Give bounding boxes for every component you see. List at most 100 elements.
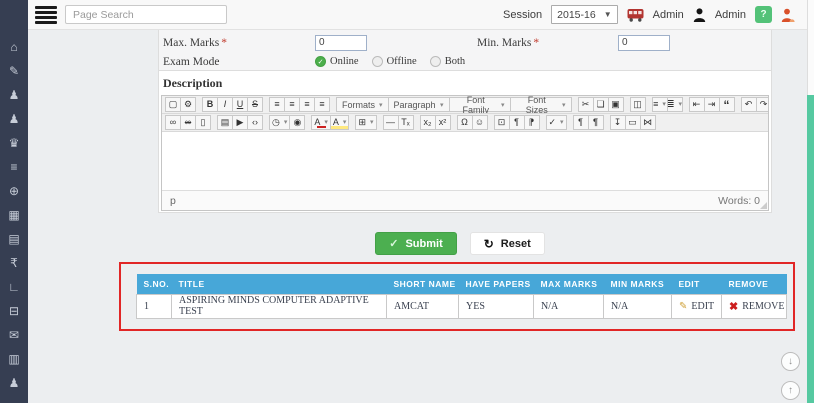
page-search-input[interactable] [65,5,227,24]
unlink-icon[interactable]: ∞ [180,115,196,130]
edit-icon[interactable]: ✎ [9,65,19,78]
bus-icon[interactable]: ⊟ [9,305,19,318]
paragraph-dropdown[interactable]: Paragraph [388,97,450,112]
max-marks-input[interactable] [315,35,367,51]
remove-action[interactable]: ✖ REMOVE [729,300,784,313]
bullet-list-dropdown[interactable]: ≡ [652,97,668,112]
align-left-icon[interactable]: ≡ [269,97,285,112]
font-family-dropdown[interactable]: Font Family [449,97,511,112]
radio-online[interactable]: ✓ Online [315,56,359,67]
spellcheck-dropdown[interactable]: ✓ [546,115,567,130]
font-sizes-dropdown[interactable]: Font Sizes [510,97,572,112]
word-count: Words: 0 [718,195,760,207]
visual-chars-icon[interactable]: ¶ [573,115,589,130]
help-button[interactable]: ? [755,6,772,23]
media-icon[interactable]: ▶ [232,115,248,130]
refresh-icon: ↻ [484,237,494,251]
user-icon[interactable] [693,8,706,22]
editor-content-area[interactable] [162,132,768,190]
print-icon[interactable]: ⊡ [494,115,510,130]
datetime-dropdown[interactable]: ◷ [269,115,290,130]
bold-button[interactable]: B [202,97,218,112]
code-icon[interactable]: ‹› [247,115,263,130]
notes-icon[interactable]: ▤ [8,233,19,246]
edit-action[interactable]: ✎ EDIT [679,301,719,312]
clear-formatting-icon[interactable]: Tₓ [398,115,414,130]
table-header-cell: S.NO. [137,274,172,294]
align-justify-icon[interactable]: ≡ [314,97,330,112]
radio-both[interactable]: Both [430,56,465,67]
element-path[interactable]: p [170,195,176,207]
table-header-cell: EDIT [672,274,722,294]
cell-min-marks: N/A [604,294,672,318]
table-dropdown[interactable]: ⊞ [355,115,376,130]
graduation-icon[interactable]: ♛ [9,137,20,150]
source-settings-icon[interactable]: ⚙ [180,97,196,112]
menu-icon[interactable] [35,6,57,24]
rupee-icon[interactable]: ₹ [10,257,18,270]
mail-icon[interactable]: ✉ [9,329,19,342]
highlight-color-dropdown[interactable]: A [330,115,350,130]
blockquote-icon[interactable]: “ [719,97,735,112]
min-marks-input[interactable] [618,35,670,51]
indent-icon[interactable]: ⇥ [704,97,720,112]
staff-icon[interactable]: ♟ [9,89,20,102]
visual-blocks-icon[interactable]: ¶ [588,115,604,130]
numbered-list-dropdown[interactable]: ≣ [667,97,683,112]
reset-button[interactable]: ↻ Reset [470,232,545,255]
radio-offline[interactable]: Offline [372,56,417,67]
user-add-icon[interactable]: ♟ [9,377,20,390]
superscript-icon[interactable]: x² [435,115,451,130]
image-icon[interactable]: ▤ [217,115,233,130]
preview-icon[interactable]: ◉ [289,115,305,130]
new-document-icon[interactable]: ▢ [165,97,181,112]
scrollbar-thumb[interactable] [807,95,814,403]
home-icon[interactable]: ⌂ [10,41,17,54]
anchor-icon[interactable]: ▯ [195,115,211,130]
emoticon-icon[interactable]: ☺ [472,115,488,130]
subscript-icon[interactable]: x₂ [420,115,436,130]
formats-dropdown[interactable]: Formats [336,97,389,112]
align-center-icon[interactable]: ≡ [284,97,300,112]
restore-draft-icon[interactable]: ↧ [610,115,626,130]
calendar-icon[interactable]: ▦ [8,209,19,222]
scroll-up-button[interactable]: ↑ [781,381,800,400]
align-right-icon[interactable]: ≡ [299,97,315,112]
special-char-icon[interactable]: Ω [457,115,473,130]
sidebar-nav: ⌂ ✎ ♟ ♟ ♛ ≡ ⊕ ▦ ▤ ₹ ∟ ⊟ ✉ ▥ ♟ [0,0,28,403]
list-icon[interactable]: ≡ [10,161,17,174]
transport-bus-icon[interactable] [627,8,644,22]
session-dropdown[interactable]: 2015-16 ▼ [551,5,617,24]
required-asterisk: * [533,37,539,49]
scroll-down-button[interactable]: ↓ [781,352,800,371]
undo-icon[interactable]: ↶ [741,97,757,112]
outdent-icon[interactable]: ⇤ [689,97,705,112]
find-replace-icon[interactable]: ◫ [630,97,646,112]
resize-handle-icon[interactable] [760,202,767,209]
paste-icon[interactable]: ▣ [608,97,624,112]
building-icon[interactable]: ▥ [8,353,19,366]
redo-icon[interactable]: ↷ [756,97,768,112]
submit-button[interactable]: ✓ Submit [375,232,457,255]
fullpage-icon[interactable]: ▭ [625,115,641,130]
horizontal-rule-icon[interactable]: — [383,115,399,130]
chart-icon[interactable]: ∟ [8,281,20,294]
ltr-icon[interactable]: ¶ [509,115,525,130]
copy-icon[interactable]: ❏ [593,97,609,112]
link-icon[interactable]: ∞ [165,115,181,130]
italic-button[interactable]: I [217,97,233,112]
strikethrough-button[interactable]: S [247,97,263,112]
rtl-icon[interactable]: ⁋ [524,115,540,130]
user-admin-label[interactable]: Admin [715,9,746,21]
cut-icon[interactable]: ✂ [578,97,594,112]
globe-icon[interactable]: ⊕ [9,185,19,198]
student-icon[interactable]: ♟ [9,113,20,126]
transport-admin-label[interactable]: Admin [653,9,684,21]
underline-button[interactable]: U [232,97,248,112]
session-value: 2015-16 [557,9,596,21]
logout-user-icon[interactable] [781,8,795,22]
max-marks-label: Max. Marks* [163,37,315,49]
text-color-dropdown[interactable]: A [311,115,331,130]
editor-toolbar-row1: ▢⚙BIUS≡≡≡≡FormatsParagraphFont FamilyFon… [162,96,768,114]
page-break-icon[interactable]: ⋈ [640,115,656,130]
